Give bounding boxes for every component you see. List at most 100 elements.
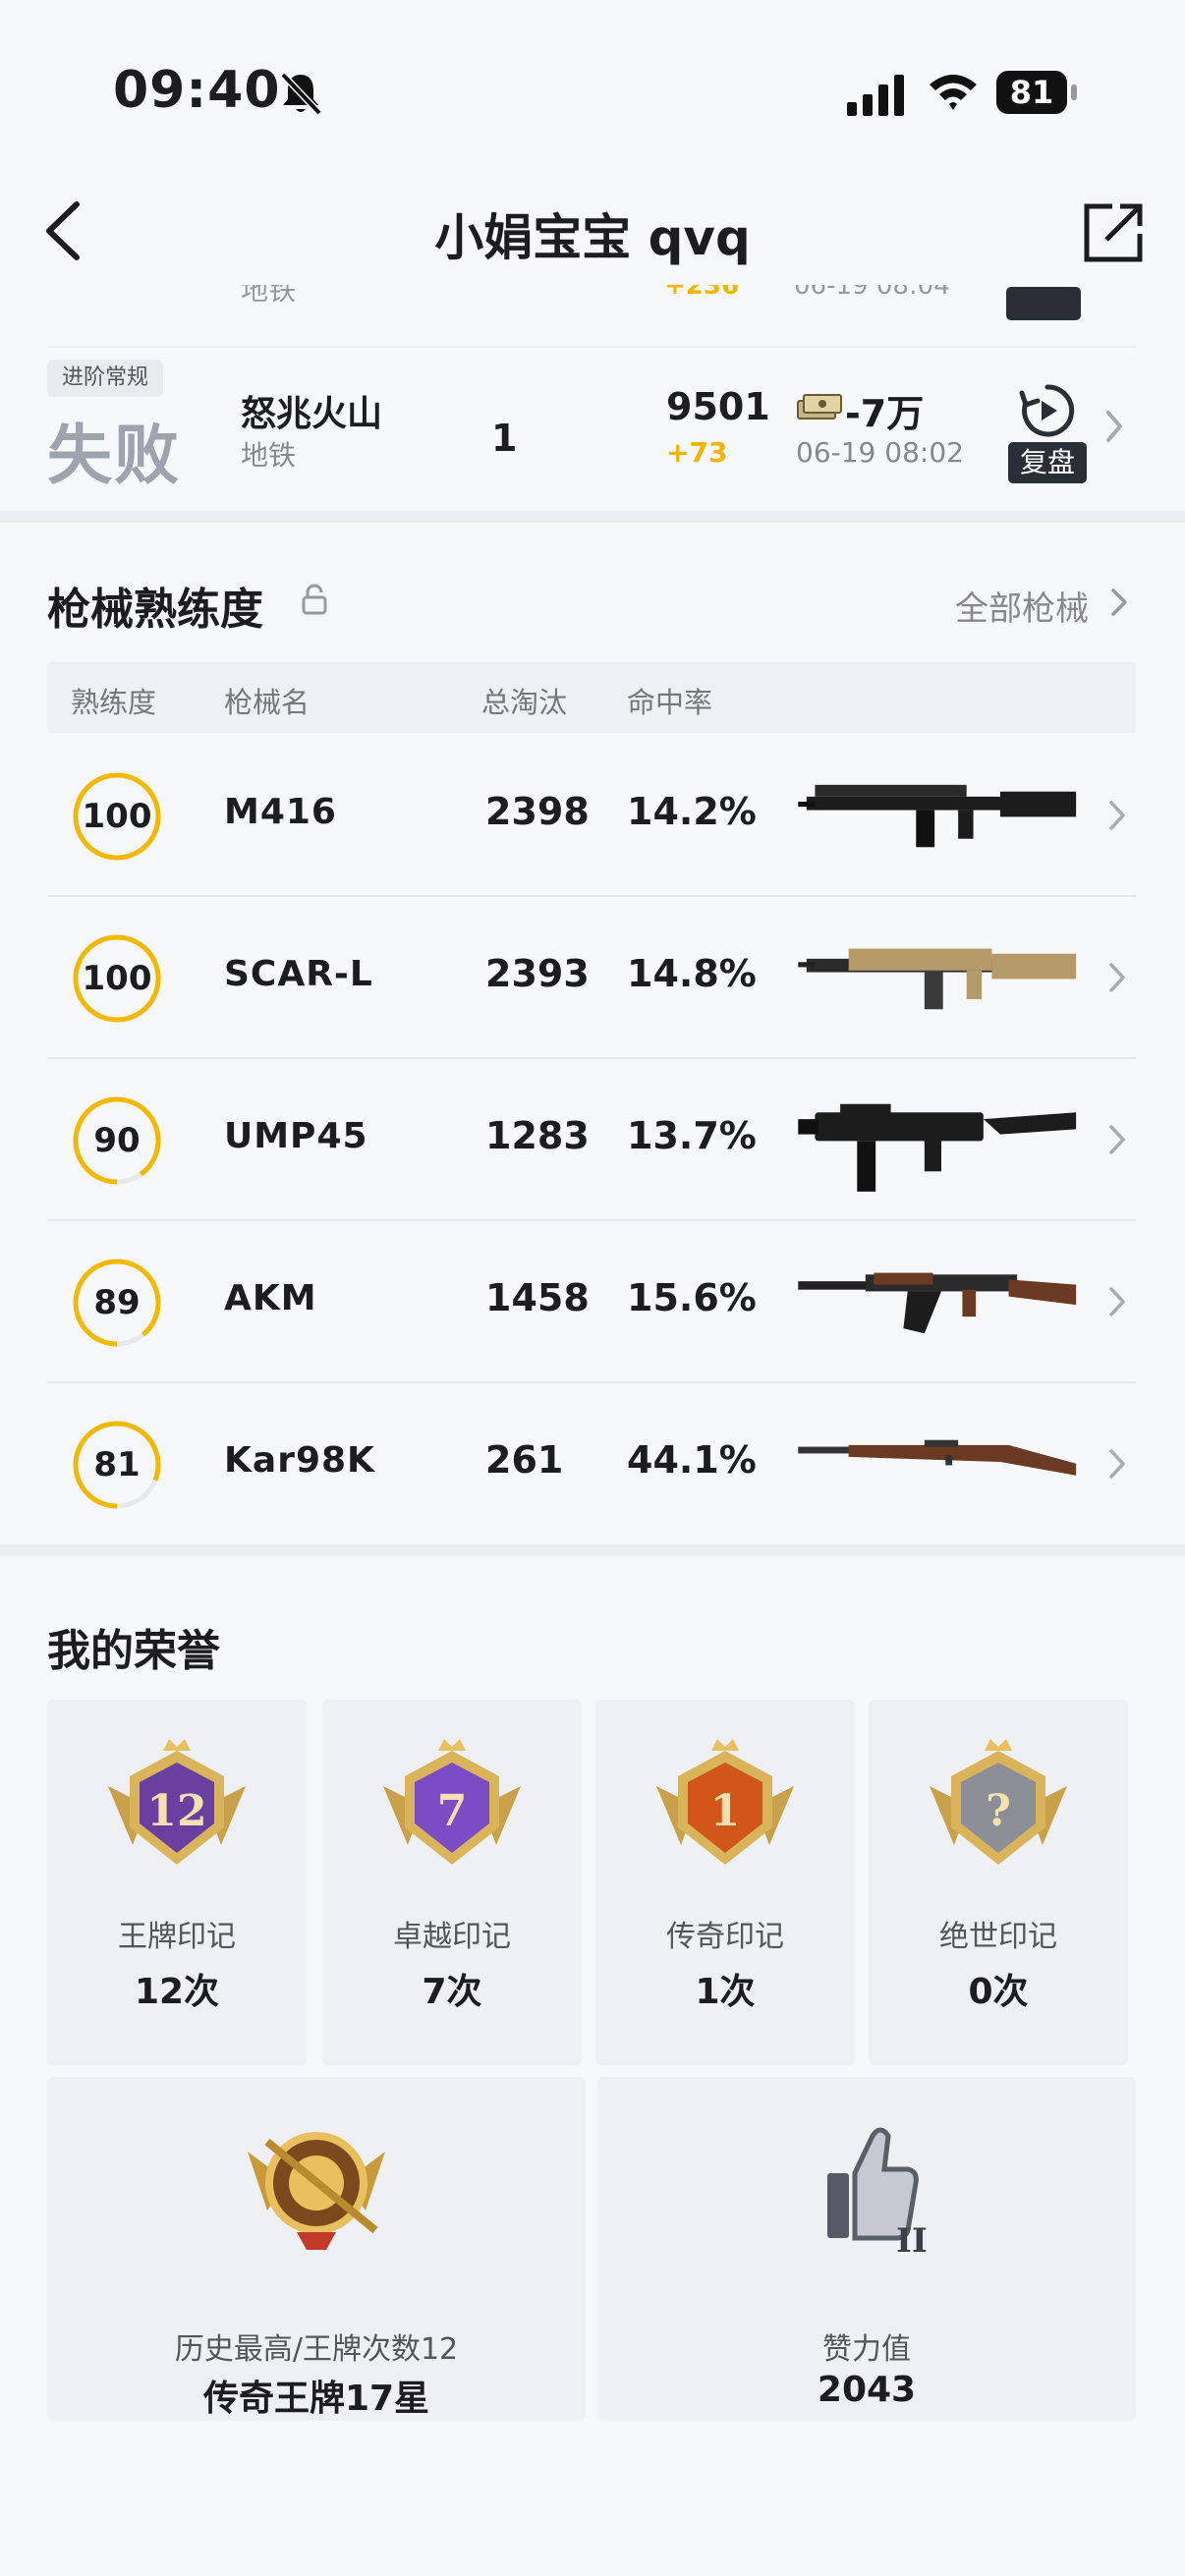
- emblem-number: 7: [437, 1786, 468, 1836]
- navigation-bar: 小娟宝宝 qvq: [0, 177, 1185, 285]
- proficiency-value: 100: [82, 797, 152, 836]
- match-row-partial[interactable]: 地铁 +236 06-19 08:04: [47, 285, 1136, 348]
- badge-label: 绝世印记: [939, 1920, 1057, 1954]
- smg-icon: [798, 1103, 1077, 1192]
- weapon-name: M416: [224, 792, 337, 832]
- weapon-row[interactable]: 100 M416 2398 14.2%: [47, 733, 1136, 897]
- weapon-accuracy: 14.2%: [627, 790, 757, 833]
- page-title: 小娟宝宝 qvq: [434, 209, 751, 266]
- weapon-accuracy: 13.7%: [627, 1114, 757, 1157]
- weapon-kills: 1283: [485, 1114, 590, 1157]
- replay-button[interactable]: 复盘: [1008, 442, 1087, 483]
- likes-card[interactable]: II 赞力值 2043: [597, 2077, 1136, 2421]
- section-title: 枪械熟练度: [47, 585, 263, 635]
- replay-icon[interactable]: [1018, 381, 1077, 440]
- section-divider: [0, 1544, 1185, 1556]
- match-score-delta: +73: [666, 436, 728, 469]
- section-divider: [0, 511, 1185, 523]
- emblem-number: ?: [986, 1786, 1011, 1836]
- match-map-name: 怒兆火山: [241, 394, 383, 434]
- weapon-name: AKM: [224, 1278, 317, 1318]
- section-title: 我的荣誉: [47, 1626, 220, 1676]
- all-weapons-link[interactable]: 全部枪械: [955, 582, 1089, 630]
- match-map-sub: 地铁: [241, 439, 297, 472]
- emblem-number: 12: [146, 1786, 206, 1836]
- svg-text:II: II: [896, 2221, 928, 2260]
- badge-count: 12次: [134, 1972, 220, 2012]
- status-time: 09:40: [113, 61, 281, 120]
- chevron-right-icon: [1109, 1287, 1125, 1316]
- chevron-right-icon: [1106, 411, 1122, 442]
- battery-level: 81: [996, 71, 1067, 114]
- assault-rifle-icon: [798, 784, 1077, 848]
- highest-rank-emblem-icon: [248, 2132, 385, 2250]
- weapon-accuracy: 15.6%: [627, 1276, 757, 1319]
- weapon-accuracy: 44.1%: [627, 1438, 757, 1482]
- badge-count: 7次: [422, 1972, 482, 2012]
- replay-button[interactable]: [1006, 287, 1081, 320]
- share-icon[interactable]: [1079, 198, 1148, 267]
- highest-rank-label: 历史最高/王牌次数12: [174, 2332, 459, 2367]
- badge-count: 0次: [968, 1972, 1029, 2012]
- battery-cap: [1071, 84, 1077, 100]
- weapon-name: UMP45: [224, 1116, 368, 1156]
- honor-badge-card[interactable]: ? 绝世印记 0次: [869, 1700, 1128, 2065]
- match-row[interactable]: 进阶常规 失败 怒兆火山 地铁 1 9501 +73 -7万 06-19 08:…: [47, 346, 1136, 505]
- proficiency-value: 100: [82, 959, 152, 998]
- weapon-row[interactable]: 100 SCAR-L 2393 14.8%: [47, 895, 1136, 1059]
- badge-label: 传奇印记: [666, 1920, 784, 1954]
- match-money: -7万: [845, 392, 925, 435]
- header-proficiency: 熟练度: [71, 686, 157, 719]
- match-date: 06-19 08:04: [794, 285, 950, 301]
- highest-rank-card[interactable]: 历史最高/王牌次数12 传奇王牌17星: [47, 2077, 586, 2421]
- header-kills: 总淘汰: [481, 686, 568, 719]
- match-history: 地铁 +236 06-19 08:04 进阶常规 失败 怒兆火山 地铁 1 95…: [0, 285, 1185, 511]
- honor-badge-card[interactable]: 1 传奇印记 1次: [595, 1700, 855, 2065]
- emblem-number: 1: [710, 1786, 741, 1836]
- emblem-icon: ?: [930, 1739, 1067, 1865]
- match-score: 9501: [666, 385, 770, 428]
- highest-rank-value: 传奇王牌17星: [202, 2379, 430, 2419]
- bell-muted-icon: [280, 72, 322, 116]
- badge-label: 卓越印记: [393, 1920, 511, 1954]
- weapon-name: Kar98K: [224, 1440, 375, 1481]
- honors-section: 我的荣誉 12 王牌印记 12次 7 卓越印记 7次 1 传奇印记 1次? 绝世印记 0次 历史最高…: [0, 1556, 1185, 2576]
- battery-indicator: 81: [996, 69, 1081, 118]
- weapon-accuracy: 14.8%: [627, 952, 757, 995]
- thumbs-up-icon: II: [827, 2127, 928, 2260]
- chevron-right-icon: [1109, 1125, 1125, 1154]
- proficiency-value: 90: [93, 1121, 141, 1160]
- badge-label: 王牌印记: [118, 1920, 236, 1954]
- match-date: 06-19 08:02: [796, 436, 964, 469]
- weapon-proficiency-section: 枪械熟练度 全部枪械 熟练度 枪械名 总淘汰 命中率 100 M416 2398 14…: [0, 523, 1185, 1544]
- honor-badge-card[interactable]: 12 王牌印记 12次: [47, 1700, 307, 2065]
- ak-rifle-icon: [798, 1272, 1077, 1334]
- bolt-rifle-icon: [798, 1439, 1077, 1476]
- chevron-right-icon[interactable]: [1110, 588, 1128, 617]
- tan-rifle-icon: [798, 948, 1077, 1010]
- chevron-right-icon: [1109, 963, 1125, 992]
- match-result: 失败: [47, 418, 181, 493]
- weapon-row[interactable]: 89 AKM 1458 15.6%: [47, 1219, 1136, 1383]
- weapons-table-header: 熟练度 枪械名 总淘汰 命中率: [47, 662, 1136, 733]
- weapon-row[interactable]: 90 UMP45 1283 13.7%: [47, 1057, 1136, 1221]
- emblem-icon: 12: [108, 1739, 246, 1865]
- weapon-row[interactable]: 81 Kar98K 261 44.1%: [47, 1381, 1136, 1543]
- weapon-kills: 2393: [485, 952, 590, 995]
- chevron-right-icon: [1109, 1449, 1125, 1479]
- cellular-signal-icon: [847, 75, 904, 116]
- header-name: 枪械名: [224, 686, 310, 719]
- chevron-right-icon: [1109, 801, 1125, 830]
- proficiency-value: 81: [93, 1445, 141, 1484]
- emblem-icon: 1: [656, 1739, 794, 1865]
- match-rank: 1: [491, 417, 518, 460]
- proficiency-value: 89: [93, 1283, 141, 1322]
- money-stack-icon: [797, 394, 842, 420]
- lock-icon[interactable]: [301, 584, 328, 615]
- header-accuracy: 命中率: [627, 686, 713, 719]
- likes-label: 赞力值: [822, 2332, 911, 2367]
- honor-badge-card[interactable]: 7 卓越印记 7次: [322, 1700, 582, 2065]
- status-bar: 09:40 81: [0, 0, 1185, 187]
- match-map-sub: 地铁: [241, 285, 297, 307]
- weapon-kills: 1458: [485, 1276, 590, 1319]
